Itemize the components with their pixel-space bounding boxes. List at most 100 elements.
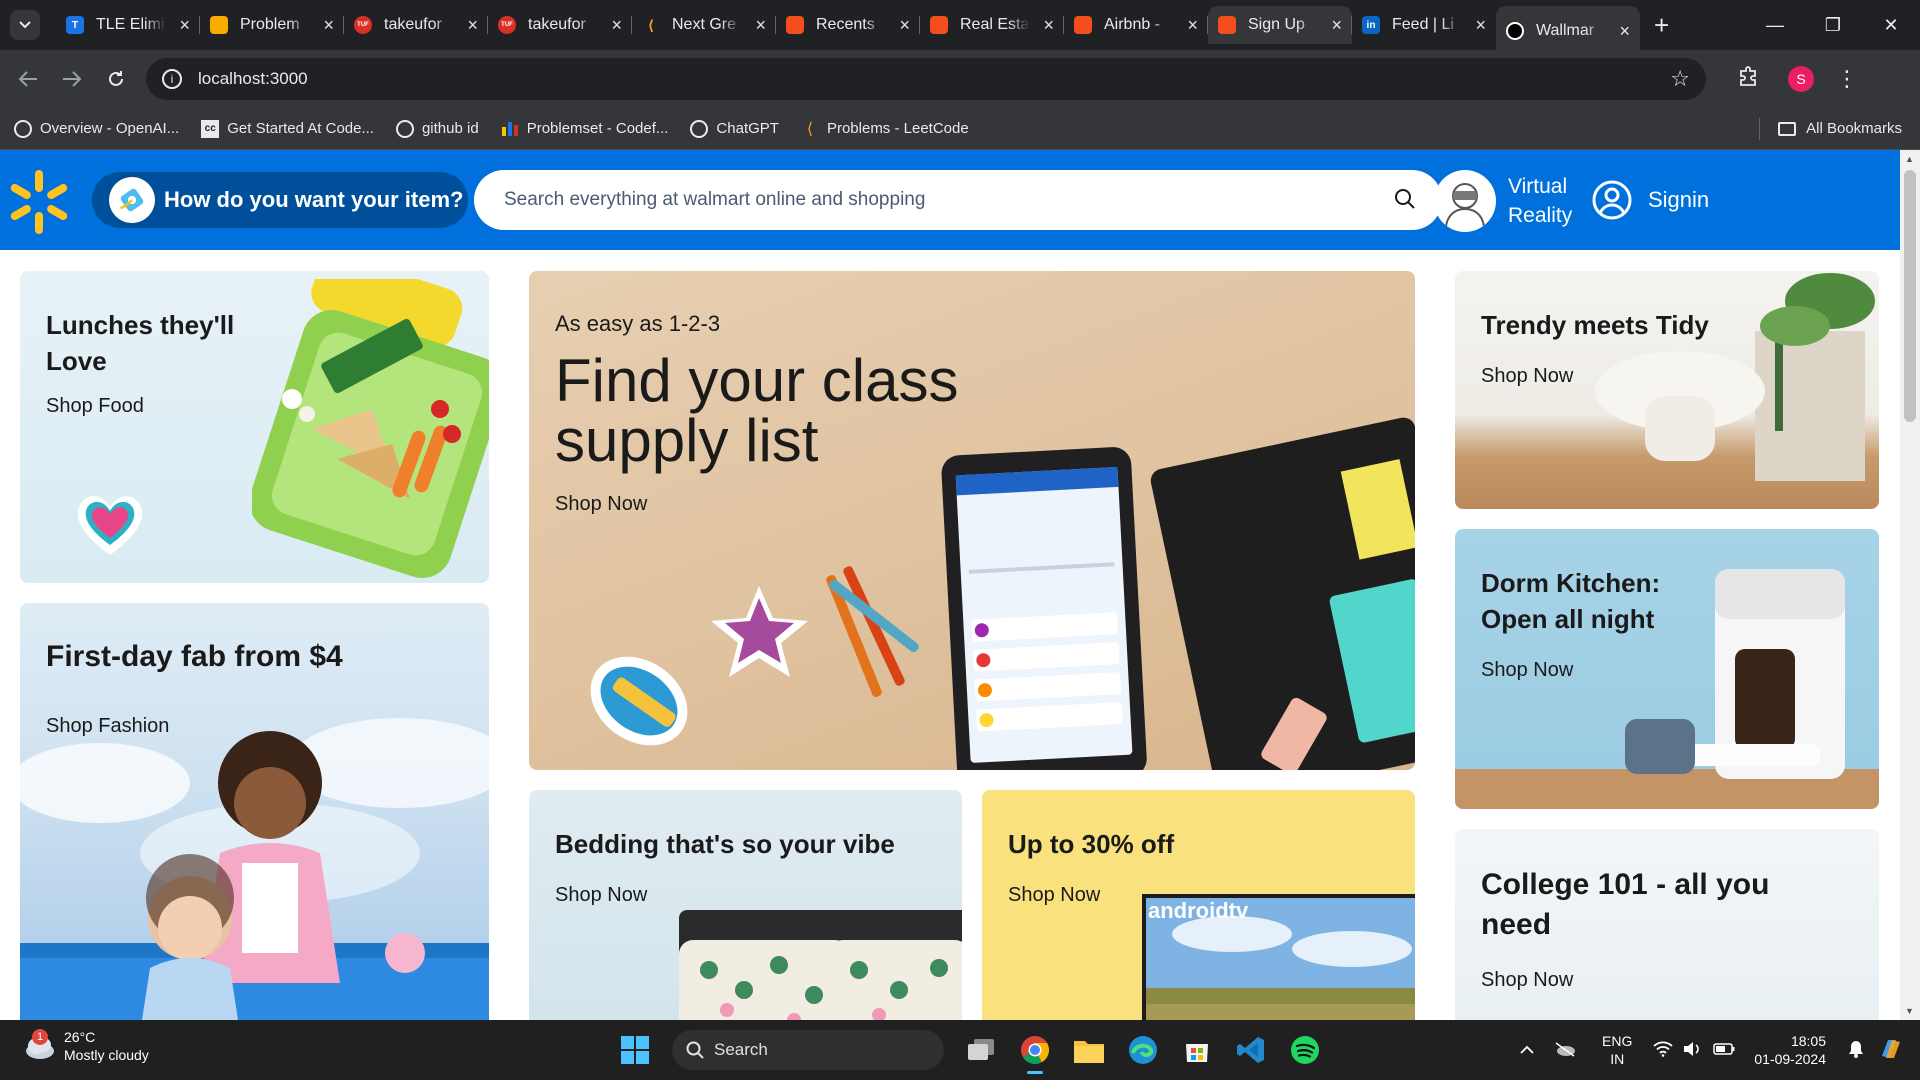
start-button[interactable] xyxy=(613,1028,657,1072)
address-bar[interactable]: i localhost:3000 ☆ xyxy=(146,58,1706,100)
onedrive-icon[interactable] xyxy=(1554,1041,1576,1060)
close-tab-icon[interactable]: × xyxy=(1475,15,1486,36)
bookmark-item[interactable]: Overview - OpenAI... xyxy=(14,119,179,138)
signin-label: Signin xyxy=(1648,187,1710,212)
virtual-reality-link[interactable]: Virtual Reality xyxy=(1434,170,1588,232)
card-cta[interactable]: Shop Now xyxy=(1481,659,1681,682)
wifi-icon[interactable] xyxy=(1653,1041,1673,1060)
back-button[interactable] xyxy=(6,70,50,88)
close-tab-icon[interactable]: × xyxy=(755,15,766,36)
search-icon[interactable] xyxy=(1394,188,1416,210)
card-title: College 101 - all you need xyxy=(1481,868,1770,941)
bookmark-item[interactable]: ChatGPT xyxy=(690,119,779,138)
bookmark-item[interactable]: cc Get Started At Code... xyxy=(201,119,374,138)
figma-icon xyxy=(786,16,804,34)
new-tab-button[interactable]: + xyxy=(1654,10,1669,41)
close-tab-icon[interactable]: × xyxy=(467,15,478,36)
weather-widget[interactable]: 1 26°C Mostly cloudy xyxy=(22,1028,149,1064)
close-window-button[interactable]: ✕ xyxy=(1862,0,1920,50)
browser-tab[interactable]: Wallmar × xyxy=(1496,6,1640,56)
promo-card-dorm-kitchen[interactable]: Dorm Kitchen: Open all night Shop Now xyxy=(1455,529,1879,809)
browser-tab[interactable]: Airbnb - × xyxy=(1064,6,1208,44)
browser-tab[interactable]: Sign Up × xyxy=(1208,6,1352,44)
weather-text: 26°C Mostly cloudy xyxy=(64,1028,149,1064)
notification-bell-icon[interactable] xyxy=(1848,1040,1864,1061)
bookmark-item[interactable]: github id xyxy=(395,119,479,138)
reload-icon xyxy=(109,71,123,86)
bookmark-item[interactable]: ⟨ Problems - LeetCode xyxy=(801,120,969,138)
task-view-button[interactable] xyxy=(959,1028,1003,1072)
leetcode-icon: ⟨ xyxy=(647,16,655,33)
close-tab-icon[interactable]: × xyxy=(611,15,622,36)
card-cta[interactable]: Shop Now xyxy=(555,884,895,907)
close-tab-icon[interactable]: × xyxy=(1187,15,1198,36)
language-indicator[interactable]: ENG IN xyxy=(1602,1032,1632,1068)
browser-tab[interactable]: ⟨ Next Gre × xyxy=(632,6,776,44)
close-tab-icon[interactable]: × xyxy=(1619,21,1630,42)
browser-tab[interactable]: TUF takeufor × xyxy=(344,6,488,44)
promo-card-lunches[interactable]: Lunches they'll Love Shop Food xyxy=(20,271,489,583)
signin-link[interactable]: Signin xyxy=(1592,180,1709,220)
promo-card-trendy[interactable]: Trendy meets Tidy Shop Now xyxy=(1455,271,1879,509)
chrome-taskbar-icon[interactable] xyxy=(1013,1028,1057,1074)
chevron-up-icon[interactable] xyxy=(1520,1042,1534,1058)
walmart-spark-logo[interactable] xyxy=(6,166,72,238)
promo-card-bedding[interactable]: Bedding that's so your vibe Shop Now xyxy=(529,790,962,1020)
close-tab-icon[interactable]: × xyxy=(323,15,334,36)
search-input[interactable] xyxy=(504,189,1364,211)
browser-tab[interactable]: in Feed | Li × xyxy=(1352,6,1496,44)
card-cta[interactable]: Shop Now xyxy=(555,493,1025,516)
taskbar-search-label: Search xyxy=(714,1040,768,1059)
card-cta[interactable]: Shop Food xyxy=(46,395,266,418)
card-cta[interactable]: Shop Now xyxy=(1481,969,1801,992)
browser-tab[interactable]: Recents × xyxy=(776,6,920,44)
bookmark-list: Overview - OpenAI... cc Get Started At Cod… xyxy=(0,119,977,138)
spotify-taskbar-icon[interactable] xyxy=(1283,1028,1327,1072)
forward-button[interactable] xyxy=(50,70,94,88)
taskbar-search[interactable]: Search xyxy=(672,1030,944,1070)
store-taskbar-icon[interactable] xyxy=(1175,1028,1219,1072)
promo-card-fashion[interactable]: First-day fab from $4 Shop Fashion xyxy=(20,603,489,1020)
fulfillment-selector[interactable]: How do you want your item? xyxy=(92,172,468,228)
browser-tab[interactable]: Real Esta × xyxy=(920,6,1064,44)
scrollbar-thumb[interactable] xyxy=(1904,170,1916,422)
close-tab-icon[interactable]: × xyxy=(179,15,190,36)
browser-tab[interactable]: T TLE Elimi × xyxy=(56,6,200,44)
kebab-menu-icon[interactable]: ⋮ xyxy=(1836,66,1858,92)
card-cta[interactable]: Shop Now xyxy=(1481,365,1709,388)
browser-tab[interactable]: TUF takeufor × xyxy=(488,6,632,44)
close-tab-icon[interactable]: × xyxy=(899,15,910,36)
bookmark-item[interactable]: Problemset - Codef... xyxy=(501,120,668,138)
promo-card-class-supply[interactable]: As easy as 1-2-3 Find your class supply … xyxy=(529,271,1415,770)
scroll-down-icon[interactable]: ▼ xyxy=(1905,1006,1914,1016)
volume-icon[interactable] xyxy=(1683,1041,1703,1060)
close-tab-icon[interactable]: × xyxy=(1043,15,1054,36)
edge-taskbar-icon[interactable] xyxy=(1121,1028,1165,1072)
copilot-icon[interactable] xyxy=(1878,1036,1904,1065)
tab-title: Airbnb - xyxy=(1104,16,1161,33)
file-explorer-taskbar-icon[interactable] xyxy=(1067,1028,1111,1072)
codeforces-icon xyxy=(501,120,519,138)
bookmark-star-icon[interactable]: ☆ xyxy=(1670,66,1690,92)
edge-icon xyxy=(1129,1036,1157,1064)
close-tab-icon[interactable]: × xyxy=(1331,15,1342,36)
browser-tab[interactable]: Problem × xyxy=(200,6,344,44)
minimize-button[interactable]: — xyxy=(1746,0,1804,50)
system-clock[interactable]: 18:05 01-09-2024 xyxy=(1754,1032,1826,1068)
vscode-taskbar-icon[interactable] xyxy=(1229,1028,1273,1072)
site-info-icon[interactable]: i xyxy=(162,69,182,89)
reload-button[interactable] xyxy=(94,69,138,89)
promo-card-discount[interactable]: androidtv Up to 30% off Shop Now xyxy=(982,790,1415,1020)
card-cta[interactable]: Shop Now xyxy=(1008,884,1174,907)
profile-avatar[interactable]: S xyxy=(1788,66,1814,92)
promo-card-college[interactable]: College 101 - all you need Shop Now xyxy=(1455,829,1879,1020)
card-title: Dorm Kitchen: Open all night xyxy=(1481,568,1661,634)
restore-button[interactable]: ❐ xyxy=(1804,0,1862,50)
tab-search-button[interactable] xyxy=(10,10,40,40)
page-scrollbar[interactable]: ▲ ▼ xyxy=(1900,150,1920,1020)
all-bookmarks-button[interactable]: All Bookmarks xyxy=(1778,120,1902,137)
card-cta[interactable]: Shop Fashion xyxy=(46,715,343,738)
scroll-up-icon[interactable]: ▲ xyxy=(1905,154,1914,164)
battery-icon[interactable] xyxy=(1713,1042,1735,1058)
extensions-icon[interactable] xyxy=(1726,65,1770,93)
